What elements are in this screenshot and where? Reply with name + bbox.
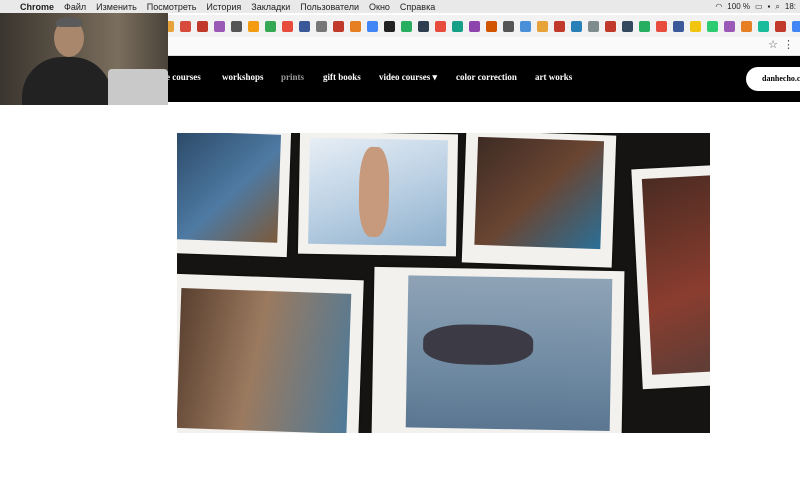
bookmark-favicon-icon[interactable] xyxy=(520,20,531,32)
wifi-icon[interactable]: ◠ xyxy=(715,2,722,11)
bookmark-favicon-icon[interactable] xyxy=(571,20,582,32)
menu-edit[interactable]: Изменить xyxy=(96,2,137,12)
bookmark-favicon-icon[interactable] xyxy=(656,20,667,32)
bookmark-favicon-icon[interactable] xyxy=(537,20,548,32)
nav-art-works[interactable]: art works xyxy=(535,72,572,82)
presenter-body xyxy=(22,57,112,105)
bookmark-favicon-icon[interactable] xyxy=(503,20,514,32)
bookmark-favicon-icon[interactable] xyxy=(435,20,446,32)
bookmark-favicon-icon[interactable] xyxy=(231,20,242,32)
bookmark-favicon-icon[interactable] xyxy=(418,20,429,32)
menu-clock[interactable]: 18: xyxy=(785,2,796,11)
bookmark-favicon-icon[interactable] xyxy=(299,20,310,32)
address-bar[interactable]: ☆ ⋮ xyxy=(160,37,800,56)
battery-icon[interactable]: ▭ xyxy=(755,2,763,11)
bookmark-favicon-icon[interactable] xyxy=(605,20,616,32)
search-icon[interactable]: ⌕ xyxy=(775,2,779,12)
nav-prints[interactable]: prints xyxy=(281,72,304,82)
bookmark-favicon-icon[interactable] xyxy=(197,20,208,32)
menu-history[interactable]: История xyxy=(206,2,241,12)
bookmark-favicon-icon[interactable] xyxy=(486,20,497,32)
bookmark-favicon-icon[interactable] xyxy=(741,20,752,32)
print-4 xyxy=(631,164,710,390)
bookmark-star-icon[interactable]: ☆ xyxy=(768,38,778,51)
bookmark-favicon-icon[interactable] xyxy=(248,20,259,32)
menu-bookmarks[interactable]: Закладки xyxy=(251,2,290,12)
menu-app-chrome[interactable]: Chrome xyxy=(20,2,54,12)
bookmark-favicon-icon[interactable] xyxy=(452,20,463,32)
bookmark-favicon-icon[interactable] xyxy=(588,20,599,32)
menu-users[interactable]: Пользователи xyxy=(300,2,359,12)
bookmark-favicon-icon[interactable] xyxy=(707,20,718,32)
os-menubar: Chrome Файл Изменить Посмотреть История … xyxy=(0,0,800,13)
bookmark-favicon-icon[interactable] xyxy=(554,20,565,32)
bookmark-favicon-icon[interactable] xyxy=(690,20,701,32)
print-6 xyxy=(371,266,625,433)
menu-help[interactable]: Справка xyxy=(400,2,435,12)
print-5 xyxy=(177,273,364,433)
bookmark-favicon-icon[interactable] xyxy=(350,20,361,32)
bookmark-favicon-icon[interactable] xyxy=(214,20,225,32)
bookmark-favicon-icon[interactable] xyxy=(384,20,395,32)
bookmark-favicon-icon[interactable] xyxy=(401,20,412,32)
account-button[interactable]: danhecho.c xyxy=(746,67,800,91)
presenter-hair xyxy=(56,17,82,27)
bookmarks-bar xyxy=(160,15,800,37)
bookmark-favicon-icon[interactable] xyxy=(316,20,327,32)
print-2 xyxy=(297,133,459,257)
bookmark-favicon-icon[interactable] xyxy=(265,20,276,32)
flag-icon[interactable]: ▪ xyxy=(768,2,771,11)
prints-photo xyxy=(177,133,710,433)
bookmark-favicon-icon[interactable] xyxy=(775,20,786,32)
webcam-overlay xyxy=(0,13,168,105)
bookmark-favicon-icon[interactable] xyxy=(724,20,735,32)
print-1 xyxy=(177,133,292,258)
battery-percent: 100 % xyxy=(727,2,750,11)
nav-video-courses[interactable]: video courses ▾ xyxy=(379,72,437,83)
bookmark-favicon-icon[interactable] xyxy=(180,20,191,32)
bookmark-favicon-icon[interactable] xyxy=(367,20,378,32)
bookmark-favicon-icon[interactable] xyxy=(622,20,633,32)
bookmark-favicon-icon[interactable] xyxy=(673,20,684,32)
menu-view[interactable]: Посмотреть xyxy=(147,2,197,12)
menu-file[interactable]: Файл xyxy=(64,2,86,12)
bookmark-favicon-icon[interactable] xyxy=(333,20,344,32)
browser-menu-icon[interactable]: ⋮ xyxy=(783,38,794,51)
print-3 xyxy=(461,133,617,268)
nav-workshops[interactable]: workshops xyxy=(222,72,264,82)
menu-window[interactable]: Окно xyxy=(369,2,390,12)
status-area: ◠ 100 % ▭ ▪ ⌕ 18: xyxy=(715,0,796,13)
nav-gift-books[interactable]: gift books xyxy=(323,72,361,82)
bookmark-favicon-icon[interactable] xyxy=(282,20,293,32)
bookmark-favicon-icon[interactable] xyxy=(758,20,769,32)
bookmark-favicon-icon[interactable] xyxy=(469,20,480,32)
nav-online-courses[interactable]: e courses xyxy=(166,72,201,82)
nav-color-correction[interactable]: color correction xyxy=(456,72,517,82)
bookmark-favicon-icon[interactable] xyxy=(639,20,650,32)
laptop xyxy=(108,69,168,105)
bookmark-favicon-icon[interactable] xyxy=(792,20,800,32)
